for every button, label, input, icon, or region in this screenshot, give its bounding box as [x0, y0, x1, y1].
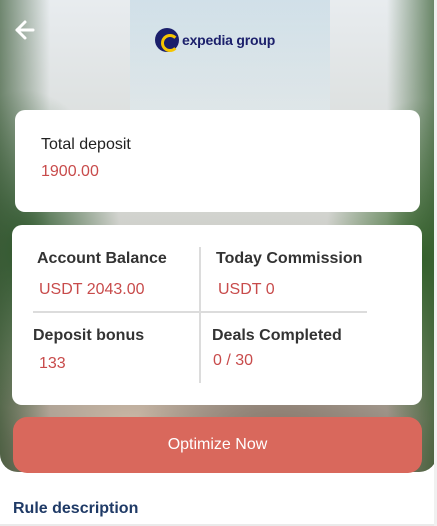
account-balance-value: USDT 2043.00	[39, 281, 145, 298]
deals-completed-value: 0 / 30	[213, 352, 254, 369]
deposit-bonus-label: Deposit bonus	[33, 327, 145, 344]
deposit-bonus-value: 133	[39, 355, 66, 372]
today-commission-value: USDT 0	[218, 281, 275, 298]
deals-completed-label: Deals Completed	[212, 327, 342, 344]
expedia-logo-icon	[155, 28, 179, 52]
stats-divider-horizontal	[33, 311, 367, 313]
stats-divider-vertical	[199, 247, 201, 383]
optimize-now-button[interactable]: Optimize Now	[13, 417, 422, 473]
total-deposit-label: Total deposit	[41, 136, 131, 153]
stats-card: Account Balance USDT 2043.00 Today Commi…	[12, 225, 422, 405]
back-button[interactable]	[10, 16, 38, 44]
arrow-left-icon	[15, 20, 35, 40]
hero-window	[130, 0, 330, 110]
rule-description-heading: Rule description	[13, 500, 139, 517]
account-balance-label: Account Balance	[37, 250, 167, 267]
today-commission-label: Today Commission	[216, 250, 363, 267]
brand-logo: expedia group	[155, 28, 275, 52]
total-deposit-value: 1900.00	[41, 163, 99, 180]
logo-text: expedia group	[182, 32, 276, 48]
total-deposit-card: Total deposit 1900.00	[15, 110, 420, 212]
